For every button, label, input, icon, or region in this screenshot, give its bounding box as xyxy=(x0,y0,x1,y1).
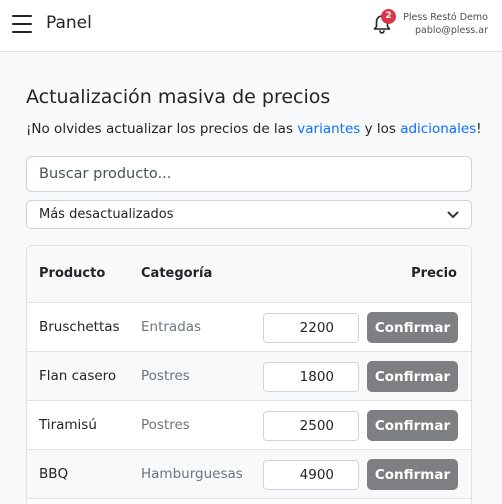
sort-select[interactable]: Más desactualizados xyxy=(26,200,472,229)
product-category: Entradas xyxy=(141,319,202,335)
table-row: Tiramisú Postres Confirmar xyxy=(27,401,471,450)
product-search-input[interactable] xyxy=(26,156,472,192)
product-name: Tiramisú xyxy=(39,417,97,433)
reminder-prefix: ¡No olvides actualizar los precios de la… xyxy=(26,121,298,137)
menu-icon[interactable] xyxy=(12,15,32,33)
notification-count-badge: 2 xyxy=(381,9,396,24)
column-header-category: Categoría xyxy=(141,266,213,281)
product-name: Bruschettas xyxy=(39,319,120,335)
product-name: BBQ xyxy=(39,466,69,482)
top-navbar: Panel 2 Pless Restó Demo pablo@pless.ar xyxy=(0,0,502,52)
extras-link[interactable]: adicionales xyxy=(400,121,476,137)
reminder-middle: y los xyxy=(360,121,401,137)
product-category: Postres xyxy=(141,417,190,433)
user-info[interactable]: Pless Restó Demo pablo@pless.ar xyxy=(403,11,488,37)
product-name: Flan casero xyxy=(39,368,117,384)
table-row: Bruschettas Entradas Confirmar xyxy=(27,303,471,352)
price-input[interactable] xyxy=(263,411,359,441)
confirm-button[interactable]: Confirmar xyxy=(367,361,458,392)
confirm-button[interactable]: Confirmar xyxy=(367,410,458,441)
table-row: Flan casero Postres Confirmar xyxy=(27,352,471,401)
user-email: pablo@pless.ar xyxy=(415,25,488,36)
table-header-row: Producto Categoría Precio xyxy=(27,246,471,303)
user-name: Pless Restó Demo xyxy=(403,12,488,23)
prices-table: Producto Categoría Precio Bruschettas En… xyxy=(26,245,472,504)
chevron-down-icon xyxy=(447,211,459,218)
product-category: Hamburguesas xyxy=(141,466,243,482)
reminder-suffix: ! xyxy=(476,121,482,137)
notifications-bell-icon[interactable]: 2 xyxy=(372,9,396,35)
price-input[interactable] xyxy=(263,313,359,343)
sort-select-value: Más desactualizados xyxy=(39,207,174,222)
page-title: Actualización masiva de precios xyxy=(26,86,331,108)
variants-link[interactable]: variantes xyxy=(297,121,360,137)
brand-title[interactable]: Panel xyxy=(46,13,92,33)
column-header-price: Precio xyxy=(411,266,457,281)
column-header-product: Producto xyxy=(39,266,106,281)
table-row: BBQ Hamburguesas Confirmar xyxy=(27,450,471,499)
update-reminder: ¡No olvides actualizar los precios de la… xyxy=(26,121,482,137)
price-input[interactable] xyxy=(263,460,359,490)
product-category: Postres xyxy=(141,368,190,384)
confirm-button[interactable]: Confirmar xyxy=(367,459,458,490)
price-input[interactable] xyxy=(263,362,359,392)
confirm-button[interactable]: Confirmar xyxy=(367,312,458,343)
